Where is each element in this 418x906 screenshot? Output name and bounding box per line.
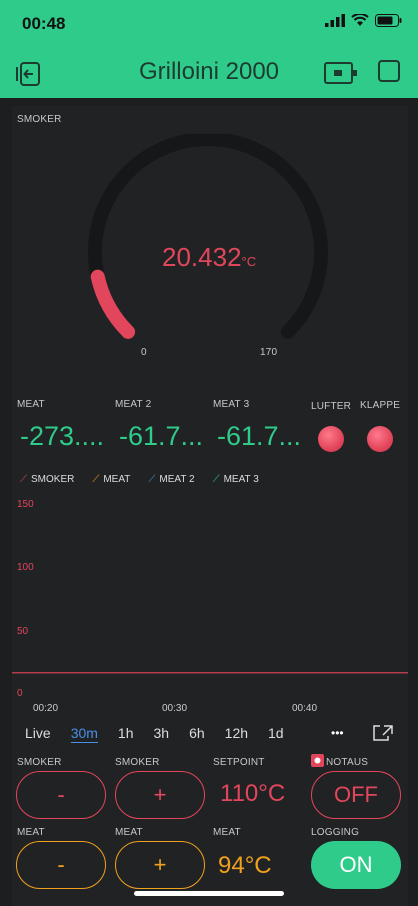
meat-plus-button[interactable]: +	[115, 841, 205, 889]
smoker-minus-button[interactable]: -	[16, 771, 106, 819]
more-icon[interactable]: •••	[331, 726, 344, 740]
x-tick-label: 00:30	[162, 703, 188, 714]
warning-icon	[311, 754, 324, 767]
meat-setpoint-label: MEAT	[213, 827, 241, 838]
logging-label: LOGGING	[311, 827, 360, 838]
gauge-value: 20.432	[162, 242, 242, 272]
time-range-bar: Live 30m 1h 3h 6h 12h 1d	[25, 725, 284, 743]
range-3h[interactable]: 3h	[154, 725, 170, 743]
meat-setpoint-value: 94°C	[218, 852, 272, 879]
notaus-label: NOTAUS	[326, 757, 369, 768]
legend-label: MEAT 2	[159, 474, 195, 485]
lufter-label: LUFTER	[311, 401, 352, 412]
range-1d[interactable]: 1d	[268, 725, 284, 743]
signal-icon	[325, 14, 345, 27]
wifi-icon	[351, 14, 369, 26]
klappe-led	[367, 426, 393, 452]
legend-line-icon: ⟋	[212, 474, 220, 485]
chart-plot[interactable]	[12, 500, 408, 700]
notaus-button[interactable]: OFF	[311, 771, 401, 819]
smoker-setpoint-value: 110°C	[220, 780, 286, 807]
range-1h[interactable]: 1h	[118, 725, 134, 743]
expand-icon[interactable]	[373, 725, 393, 741]
app-header: 00:48 Grilloini 2000	[0, 0, 418, 98]
range-6h[interactable]: 6h	[189, 725, 205, 743]
meat3-value: -61.7...	[217, 421, 302, 451]
meat3-label: MEAT 3	[213, 399, 250, 410]
smoker-minus-label: SMOKER	[17, 757, 62, 768]
range-30m[interactable]: 30m	[70, 725, 98, 743]
lufter-led	[318, 426, 344, 452]
meat-minus-button[interactable]: -	[16, 841, 106, 889]
x-tick-label: 00:20	[33, 703, 59, 714]
gauge-track	[88, 134, 328, 339]
meat-plus-label: MEAT	[115, 827, 143, 838]
gauge-max: 170	[260, 347, 278, 358]
gauge-value-wrap: 20.432°C	[162, 242, 256, 273]
legend-label: MEAT	[103, 474, 131, 485]
legend-label: MEAT 3	[223, 474, 259, 485]
battery-icon	[375, 14, 402, 27]
square-icon[interactable]	[378, 60, 400, 82]
meat-value: -273....	[20, 421, 105, 451]
gauge-unit: °C	[241, 254, 257, 269]
meat-minus-label: MEAT	[17, 827, 45, 838]
gauge-min: 0	[141, 347, 147, 358]
meat-label: MEAT	[17, 399, 45, 410]
smoker-plus-button[interactable]: +	[115, 771, 205, 819]
range-live[interactable]: Live	[25, 725, 51, 743]
range-12h[interactable]: 12h	[225, 725, 248, 743]
legend-item[interactable]: ⟋ MEAT 3	[213, 474, 259, 485]
setpoint-label: SETPOINT	[213, 757, 265, 768]
legend-line-icon: ⟋	[92, 474, 100, 485]
legend-line-icon: ⟋	[148, 474, 156, 485]
gauge-fill	[90, 269, 136, 339]
meat2-label: MEAT 2	[115, 399, 152, 410]
logging-toggle[interactable]: ON	[311, 841, 401, 889]
chart-legend: ⟋ SMOKER ⟋ MEAT ⟋ MEAT 2 ⟋ MEAT 3	[20, 474, 259, 485]
gauge-label: SMOKER	[17, 114, 62, 125]
home-indicator	[134, 891, 284, 896]
status-icons	[325, 14, 402, 27]
smoker-plus-label: SMOKER	[115, 757, 160, 768]
status-time: 00:48	[22, 14, 66, 33]
device-icon[interactable]	[324, 60, 358, 86]
legend-item[interactable]: ⟋ MEAT 2	[148, 474, 194, 485]
x-tick-label: 00:40	[292, 703, 318, 714]
meat2-value: -61.7...	[119, 421, 204, 451]
legend-item[interactable]: ⟋ SMOKER	[20, 474, 74, 485]
legend-label: SMOKER	[31, 474, 75, 485]
klappe-label: KLAPPE	[360, 400, 401, 411]
legend-line-icon: ⟋	[20, 474, 27, 485]
legend-item[interactable]: ⟋ MEAT	[92, 474, 130, 485]
